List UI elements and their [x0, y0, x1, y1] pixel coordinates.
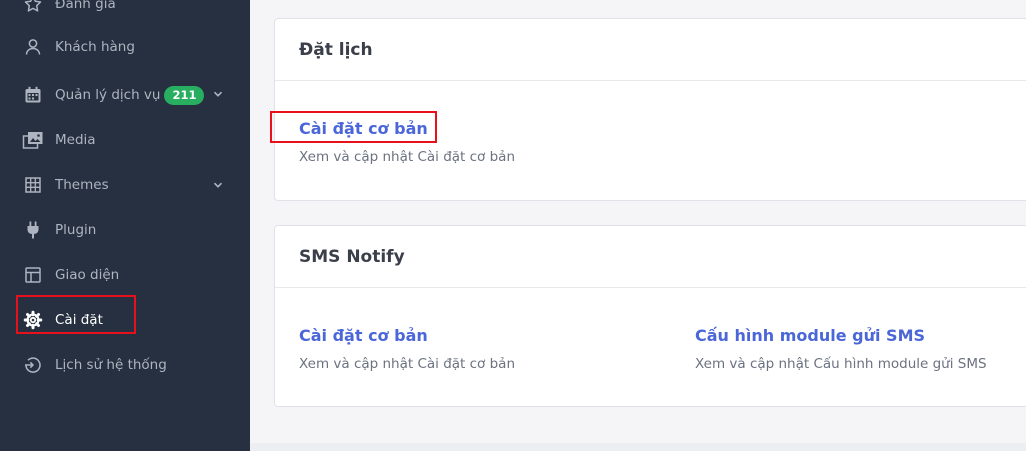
sidebar-item-label: Themes — [55, 177, 109, 193]
setting-description: Xem và cập nhật Cài đặt cơ bản — [299, 149, 516, 165]
sidebar-item-label: Giao diện — [55, 267, 120, 283]
setting-description: Xem và cập nhật Cấu hình module gửi SMS — [695, 356, 987, 372]
setting-link-cai-dat-co-ban[interactable]: Cài đặt cơ bản — [299, 326, 428, 345]
media-icon — [22, 129, 44, 151]
calendar-icon — [22, 84, 44, 106]
sidebar: Đánh giá Khách hàng Quản lý dịch vụ 211 … — [0, 0, 250, 451]
sidebar-item-media[interactable]: Media — [22, 128, 96, 152]
sidebar-item-danh-gia[interactable]: Đánh giá — [22, 0, 116, 16]
plug-icon — [22, 219, 44, 241]
user-icon — [22, 36, 44, 58]
section-title: SMS Notify — [275, 226, 1026, 288]
sidebar-item-lich-su-he-thong[interactable]: Lịch sử hệ thống — [22, 353, 167, 377]
section-card-sms-notify: SMS Notify Cài đặt cơ bản Xem và cập nhậ… — [274, 225, 1026, 407]
sidebar-item-plugin[interactable]: Plugin — [22, 218, 96, 242]
section-card-dat-lich: Đặt lịch Cài đặt cơ bản Xem và cập nhật … — [274, 18, 1026, 201]
sidebar-item-label: Đánh giá — [55, 0, 116, 12]
sidebar-item-label: Lịch sử hệ thống — [55, 357, 167, 373]
sidebar-item-label: Quản lý dịch vụ — [55, 87, 161, 103]
count-badge: 211 — [164, 85, 205, 105]
star-icon — [22, 0, 44, 15]
setting-description: Xem và cập nhật Cài đặt cơ bản — [299, 356, 516, 372]
setting-link-cau-hinh-module-gui-sms[interactable]: Cấu hình module gửi SMS — [695, 326, 925, 345]
sidebar-item-giao-dien[interactable]: Giao diện — [22, 263, 119, 287]
history-icon — [22, 354, 44, 376]
section-title: Đặt lịch — [275, 19, 1026, 81]
sidebar-item-khach-hang[interactable]: Khách hàng — [22, 35, 135, 59]
chevron-down-icon[interactable] — [212, 179, 224, 191]
sidebar-item-themes[interactable]: Themes — [22, 173, 109, 197]
layout-icon — [22, 264, 44, 286]
footer-strip — [250, 443, 1026, 451]
grid-icon — [22, 174, 44, 196]
gear-icon — [22, 309, 44, 331]
sidebar-item-label: Plugin — [55, 222, 97, 238]
sidebar-item-label: Khách hàng — [55, 39, 135, 55]
sidebar-item-cai-dat[interactable]: Cài đặt — [22, 308, 103, 332]
sidebar-item-quan-ly-dich-vu[interactable]: Quản lý dịch vụ 211 — [22, 83, 205, 107]
sidebar-item-label: Cài đặt — [55, 312, 103, 328]
chevron-down-icon[interactable] — [212, 88, 224, 100]
sidebar-item-label: Media — [55, 132, 96, 148]
setting-link-cai-dat-co-ban[interactable]: Cài đặt cơ bản — [299, 119, 428, 138]
